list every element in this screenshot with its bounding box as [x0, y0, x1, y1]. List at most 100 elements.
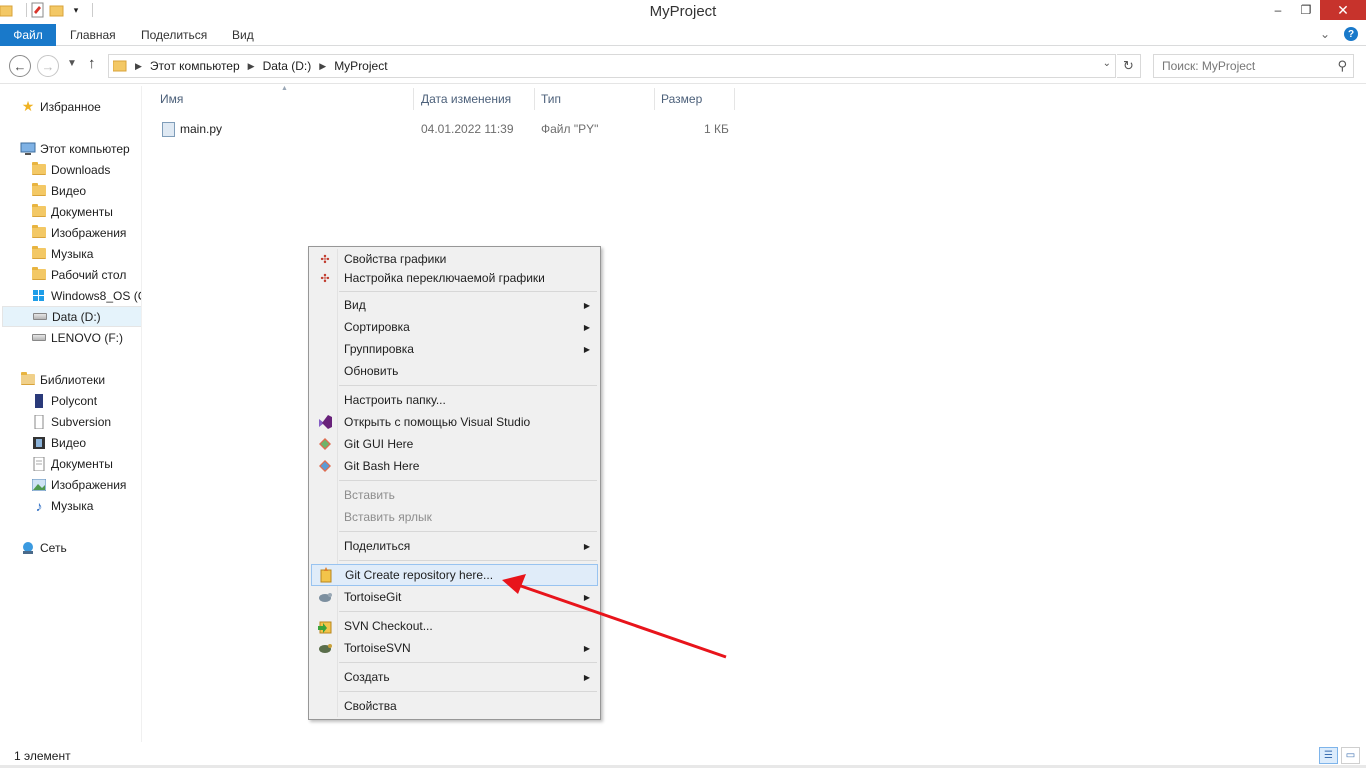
- menu-item-new[interactable]: Создать ▶: [311, 666, 598, 688]
- menu-item-open-visual-studio[interactable]: Открыть с помощью Visual Studio: [311, 411, 598, 433]
- address-history-dropdown-icon[interactable]: ⌄: [1103, 58, 1111, 69]
- search-input[interactable]: [1154, 55, 1324, 77]
- nav-library-pictures[interactable]: Изображения: [31, 474, 126, 495]
- search-box[interactable]: ⚲: [1153, 54, 1354, 78]
- network-icon: [20, 540, 36, 556]
- tab-file[interactable]: Файл: [0, 24, 56, 46]
- menu-item-sort[interactable]: Сортировка ▶: [311, 316, 598, 338]
- back-button[interactable]: ←: [9, 55, 31, 77]
- menu-item-switchable-graphics[interactable]: ✣ Настройка переключаемой графики: [311, 267, 598, 289]
- nav-item-music[interactable]: Музыка: [31, 243, 93, 264]
- submenu-arrow-icon: ▶: [583, 541, 590, 551]
- large-icons-view-button[interactable]: ▭: [1341, 747, 1360, 764]
- window-title: MyProject: [649, 3, 717, 20]
- subversion-library-icon: [31, 414, 47, 430]
- intel-graphics-icon: ✣: [320, 272, 330, 285]
- expand-ribbon-icon[interactable]: ⌄: [1320, 27, 1330, 41]
- submenu-arrow-icon: ▶: [583, 672, 590, 682]
- minimize-button[interactable]: ‒: [1264, 0, 1292, 20]
- nav-item-desktop[interactable]: Рабочий стол: [31, 264, 126, 285]
- search-icon[interactable]: ⚲: [1337, 58, 1347, 74]
- context-menu: ✣ Свойства графики ✣ Настройка переключа…: [308, 246, 601, 720]
- nav-network[interactable]: Сеть: [20, 537, 67, 558]
- column-header-size[interactable]: Размер: [655, 88, 735, 110]
- menu-item-paste-shortcut[interactable]: Вставить ярлык: [311, 506, 598, 528]
- close-button[interactable]: ✕: [1320, 0, 1366, 20]
- breadcrumb-data-drive[interactable]: Data (D:): [263, 59, 312, 73]
- menu-item-label: Вставить ярлык: [344, 510, 432, 524]
- menu-item-label: Группировка: [344, 342, 414, 356]
- breadcrumb-chevron-icon[interactable]: ▶: [319, 61, 326, 72]
- menu-item-label: Поделиться: [344, 539, 411, 553]
- nav-library-subversion[interactable]: Subversion: [31, 411, 111, 432]
- column-header-type[interactable]: Тип: [535, 88, 655, 110]
- column-header-modified[interactable]: Дата изменения: [415, 88, 535, 110]
- menu-separator: [339, 691, 597, 692]
- nav-library-music[interactable]: ♪ Музыка: [31, 495, 94, 516]
- menu-item-paste[interactable]: Вставить: [311, 484, 598, 506]
- menu-item-view[interactable]: Вид ▶: [311, 294, 598, 316]
- menu-separator: [339, 662, 597, 663]
- restore-button[interactable]: ❐: [1292, 0, 1320, 20]
- menu-item-git-bash[interactable]: Git Bash Here: [311, 455, 598, 477]
- nav-item-drive-f[interactable]: LENOVO (F:): [31, 327, 123, 348]
- menu-item-git-create-repository[interactable]: Git Create repository here...: [311, 564, 598, 586]
- nav-item-drive-c[interactable]: Windows8_OS (C: [31, 285, 141, 306]
- menu-separator: [339, 560, 597, 561]
- forward-button[interactable]: →: [37, 55, 59, 77]
- music-library-icon: ♪: [35, 497, 43, 514]
- menu-item-git-gui[interactable]: Git GUI Here: [311, 433, 598, 455]
- menu-item-properties[interactable]: Свойства: [311, 695, 598, 717]
- nav-libraries[interactable]: Библиотеки: [20, 369, 105, 390]
- tab-view[interactable]: Вид: [218, 24, 268, 46]
- nav-item-label: Data (D:): [52, 309, 101, 324]
- nav-item-drive-d[interactable]: Data (D:): [2, 306, 141, 327]
- downloads-folder-icon: [31, 162, 47, 178]
- menu-item-label: TortoiseSVN: [344, 641, 411, 655]
- breadcrumb-this-pc[interactable]: Этот компьютер: [150, 59, 240, 73]
- file-type: Файл "PY": [541, 122, 599, 136]
- nav-item-documents[interactable]: Документы: [31, 201, 113, 222]
- nav-this-pc[interactable]: Этот компьютер: [20, 138, 130, 159]
- breadcrumb-chevron-icon[interactable]: ▶: [135, 61, 142, 72]
- nav-library-videos[interactable]: Видео: [31, 432, 86, 453]
- address-bar[interactable]: ▶ Этот компьютер ▶ Data (D:) ▶ MyProject…: [108, 54, 1116, 78]
- nav-item-videos[interactable]: Видео: [31, 180, 86, 201]
- polycont-library-icon: [31, 393, 47, 409]
- breadcrumb-chevron-icon[interactable]: ▶: [248, 61, 255, 72]
- nav-item-label: Музыка: [51, 246, 94, 261]
- intel-graphics-icon: ✣: [320, 253, 330, 266]
- menu-item-tortoisegit[interactable]: TortoiseGit ▶: [311, 586, 598, 608]
- menu-item-label: Вставить: [344, 488, 395, 502]
- help-icon[interactable]: ?: [1344, 27, 1358, 41]
- menu-item-refresh[interactable]: Обновить: [311, 360, 598, 382]
- menu-item-svn-checkout[interactable]: SVN Checkout...: [311, 615, 598, 637]
- menu-item-tortoisesvn[interactable]: TortoiseSVN ▶: [311, 637, 598, 659]
- details-view-button[interactable]: ☰: [1319, 747, 1338, 764]
- folder-icon: [112, 58, 127, 75]
- up-button[interactable]: ↑: [88, 55, 96, 72]
- nav-item-label: Изображения: [51, 225, 127, 240]
- menu-item-label: Git GUI Here: [344, 437, 414, 451]
- submenu-arrow-icon: ▶: [583, 592, 590, 602]
- nav-item-pictures[interactable]: Изображения: [31, 222, 126, 243]
- nav-library-documents[interactable]: Документы: [31, 453, 113, 474]
- nav-library-polycont[interactable]: Polycont: [31, 390, 97, 411]
- recent-locations-icon[interactable]: ▼: [67, 58, 77, 69]
- video-library-icon: [31, 435, 47, 451]
- window-controls: ‒ ❐ ✕: [1264, 0, 1366, 20]
- ribbon-tabs: Файл Главная Поделиться Вид ⌄ ?: [0, 24, 1366, 46]
- tortoisegit-icon: [317, 589, 333, 605]
- tab-home[interactable]: Главная: [56, 24, 130, 46]
- menu-item-group[interactable]: Группировка ▶: [311, 338, 598, 360]
- menu-item-customize-folder[interactable]: Настроить папку...: [311, 389, 598, 411]
- refresh-button[interactable]: ↻: [1117, 54, 1141, 78]
- file-row[interactable]: main.py 04.01.2022 11:39 Файл "PY" 1 КБ: [156, 118, 736, 140]
- menu-item-share[interactable]: Поделиться ▶: [311, 535, 598, 557]
- nav-item-downloads[interactable]: Downloads: [31, 159, 110, 180]
- breadcrumb-myproject[interactable]: MyProject: [334, 59, 387, 73]
- tab-share[interactable]: Поделиться: [127, 24, 221, 46]
- nav-favorites[interactable]: ★ Избранное: [20, 96, 101, 117]
- title-bar: ▾ MyProject ‒ ❐ ✕: [0, 0, 1366, 24]
- file-size: 1 КБ: [704, 122, 729, 136]
